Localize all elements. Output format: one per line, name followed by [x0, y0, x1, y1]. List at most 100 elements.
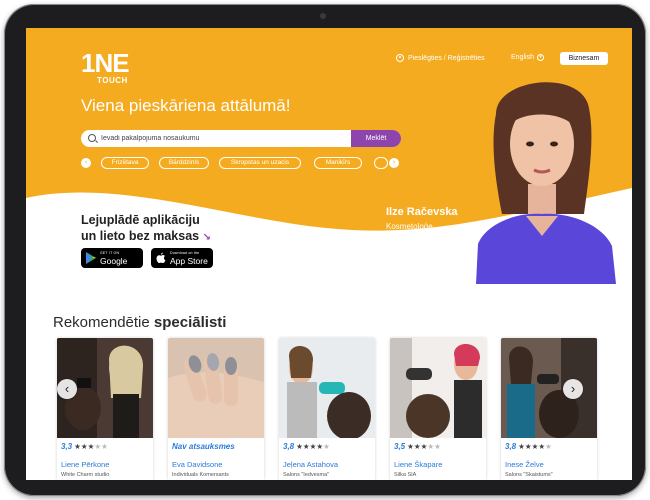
specialist-name: Inese Želve — [505, 460, 544, 469]
star-icon: ★ — [309, 442, 317, 451]
apple-icon — [156, 252, 166, 263]
logo-text: 1NE — [81, 48, 130, 78]
specialist-name: Liene Škapare — [394, 460, 443, 469]
app-download-title: Lejuplādē aplikāciju un lieto bez maksas… — [81, 212, 211, 246]
star-icon: ★ — [413, 442, 421, 451]
star-icon: ★ — [531, 442, 539, 451]
app-store-button[interactable]: Download on the App Store — [151, 248, 213, 268]
star-rating: ★ ★ ★ ★ ★ — [518, 442, 552, 451]
star-icon: ★ — [74, 442, 81, 451]
specialist-card[interactable]: 3,5 ★ ★ ★ ★ ★ Liene Škapare Silka SIA — [390, 338, 486, 480]
specialist-card[interactable]: Nav atsauksmes Eva Davidsone Individuals… — [168, 338, 264, 480]
specialist-salon: White Charm studio — [61, 472, 110, 478]
star-icon: ★ — [316, 442, 324, 451]
star-rating: ★ ★ ★ ★ ★ — [296, 442, 330, 451]
star-icon: ★ — [101, 442, 108, 451]
app-title-line2: un lieto bez maksas — [81, 229, 200, 243]
specialists-title-bold: speciālisti — [153, 314, 227, 331]
specialist-photo — [168, 338, 264, 438]
login-label: Pieslēgties / Reģistrēties — [408, 54, 485, 62]
rating: 3,3 ★ ★ ★ ★ ★ — [61, 442, 108, 451]
camera — [320, 13, 326, 19]
logo-subtext: TOUCH — [97, 76, 128, 85]
search-button[interactable]: Meklēt — [351, 130, 401, 147]
specialist-name: Jeļena Astahova — [283, 460, 339, 469]
rating: 3,8 ★ ★ ★ ★ ★ — [505, 442, 552, 451]
star-icon: ★ — [545, 442, 552, 451]
language-label: English — [511, 54, 534, 61]
rating-value: 3,8 — [283, 442, 295, 451]
google-play-label: Google play — [100, 256, 128, 276]
google-play-small: GET IT ON — [100, 251, 120, 255]
featured-role: Kosmetoloģe — [386, 222, 433, 231]
app-title-line1: Lejuplādē aplikāciju — [81, 213, 200, 227]
rating-value: 3,8 — [505, 442, 517, 451]
featured-specialist-photo — [476, 82, 616, 284]
featured-name: Ilze Račevska — [386, 206, 458, 218]
arrow-right-icon: › — [570, 381, 576, 396]
specialist-photo — [279, 338, 375, 438]
play-store-icon — [86, 252, 96, 264]
arrow-left-icon[interactable]: ‹ — [81, 158, 91, 168]
specialists-carousel: 3,3 ★ ★ ★ ★ ★ Liene Pērkone White Charm stud… — [57, 338, 632, 480]
carousel-next-button[interactable]: › — [563, 379, 583, 399]
business-button[interactable]: Biznesam — [560, 52, 608, 65]
screen: 1NE TOUCH Pieslēgties / Reģistrēties Eng… — [26, 28, 632, 480]
arrow-left-icon: ‹ — [64, 381, 70, 396]
specialist-card[interactable]: 3,8 ★ ★ ★ ★ ★ Inese Želve Salons "Skaistums" — [501, 338, 597, 480]
category-pill-manicure[interactable]: Manikīrs — [314, 157, 362, 169]
star-icon: ★ — [518, 442, 525, 451]
chevron-down-icon: ▾ — [536, 54, 544, 61]
specialist-card[interactable]: 3,3 ★ ★ ★ ★ ★ Liene Pērkone White Charm stud… — [57, 338, 153, 480]
specialist-name: Liene Pērkone — [61, 460, 110, 469]
specialists-title-normal: Rekomendētie — [53, 314, 150, 331]
star-icon: ★ — [427, 442, 435, 451]
star-icon: ★ — [87, 442, 95, 451]
search-icon — [88, 134, 96, 142]
star-rating: ★ ★ ★ ★ ★ — [407, 442, 441, 451]
category-pill-hair[interactable]: Frizētava — [101, 157, 149, 169]
arrow-right-icon[interactable]: › — [389, 158, 399, 168]
language-selector[interactable]: English ▾ — [511, 54, 544, 61]
rating-value: Nav atsauksmes — [172, 442, 235, 451]
arrow-down-right-icon: ↘ — [202, 232, 211, 243]
rating: 3,5 ★ ★ ★ ★ ★ — [394, 442, 441, 451]
search-bar: Meklēt — [81, 130, 401, 147]
specialist-salon: Salons "Skaistums" — [505, 472, 553, 478]
rating-value: 3,3 — [61, 442, 73, 451]
google-play-button[interactable]: GET IT ON Google play — [81, 248, 143, 276]
star-icon: ★ — [420, 442, 428, 451]
star-rating: ★ ★ ★ ★ ★ — [74, 442, 108, 451]
star-icon: ★ — [323, 442, 330, 451]
rating: 3,8 ★ ★ ★ ★ ★ — [283, 442, 330, 451]
specialist-name: Eva Davidsone — [172, 460, 223, 469]
specialist-salon: Silka SIA — [394, 472, 417, 478]
rating-value: 3,5 — [394, 442, 406, 451]
rating: Nav atsauksmes — [172, 442, 235, 451]
star-icon: ★ — [296, 442, 303, 451]
user-icon — [396, 54, 404, 62]
specialist-card[interactable]: 3,8 ★ ★ ★ ★ ★ Jeļena Astahova Salons "Iedves… — [279, 338, 375, 480]
category-strip: ‹ Frizētava Bārddzinis Skropstas un uzac… — [81, 156, 401, 170]
hero-headline: Viena pieskāriena attālumā! — [81, 96, 291, 115]
star-icon: ★ — [80, 442, 88, 451]
app-store-label: App Store — [170, 256, 208, 266]
star-icon: ★ — [407, 442, 414, 451]
star-icon: ★ — [434, 442, 441, 451]
login-link[interactable]: Pieslēgties / Reģistrēties — [396, 54, 485, 62]
specialist-photo — [390, 338, 486, 438]
specialist-salon: Salons "Iedvesma" — [283, 472, 330, 478]
logo[interactable]: 1NE TOUCH — [81, 48, 137, 88]
tablet-frame: 1NE TOUCH Pieslēgties / Reģistrēties Eng… — [4, 4, 646, 496]
category-pill-barber[interactable]: Bārddzinis — [159, 157, 209, 169]
star-icon: ★ — [524, 442, 532, 451]
search-input[interactable] — [101, 130, 351, 147]
app-store-small: Download on the — [170, 251, 200, 255]
category-pill-lashes[interactable]: Skropstas un uzacis — [219, 157, 301, 169]
star-icon: ★ — [302, 442, 310, 451]
specialist-salon: Individuals Komersants — [172, 472, 229, 478]
star-icon: ★ — [538, 442, 546, 451]
carousel-prev-button[interactable]: ‹ — [57, 379, 77, 399]
category-pill-more[interactable] — [374, 157, 388, 169]
star-icon: ★ — [94, 442, 102, 451]
